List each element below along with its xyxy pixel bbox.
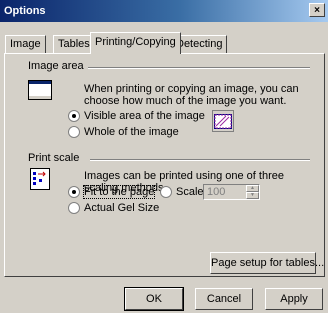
cancel-button[interactable]: Cancel [195, 288, 253, 310]
tab-tables[interactable]: Tables [53, 35, 95, 53]
window-title: Options [4, 5, 46, 17]
tab-panel [4, 53, 325, 277]
tab-printing-copying[interactable]: Printing/Copying [90, 32, 181, 54]
title-bar: Options × [0, 0, 328, 22]
ok-button[interactable]: OK [124, 287, 184, 311]
tab-image[interactable]: Image [5, 35, 46, 53]
close-button[interactable]: × [309, 3, 325, 17]
apply-button[interactable]: Apply [265, 288, 323, 310]
